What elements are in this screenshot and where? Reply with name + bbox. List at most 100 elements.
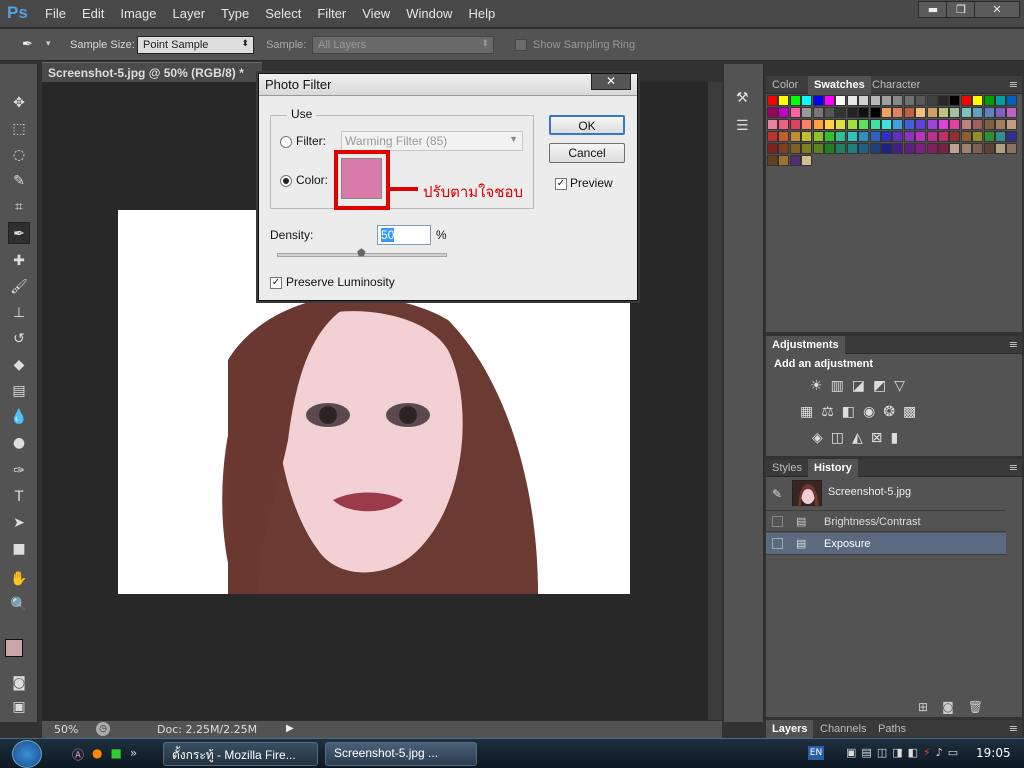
close-window-button[interactable]: ✕ — [974, 1, 1020, 18]
color-swatch[interactable] — [960, 143, 972, 154]
color-swatch[interactable] — [892, 143, 904, 154]
color-swatch[interactable] — [767, 95, 778, 106]
color-swatch[interactable] — [972, 107, 984, 118]
color-swatch[interactable] — [824, 143, 835, 154]
selective-color-icon[interactable]: ⊠ — [871, 430, 883, 446]
firefox-icon[interactable]: ● — [92, 746, 102, 763]
tool-preset-chevron-icon[interactable]: ▾ — [46, 39, 51, 49]
color-swatch[interactable] — [801, 155, 813, 166]
menu-type[interactable]: Type — [221, 6, 249, 21]
sample-select[interactable]: All Layers ⬍ — [312, 36, 494, 54]
color-swatch[interactable] — [778, 131, 790, 142]
trash-icon[interactable]: 🗑 — [968, 700, 983, 714]
menu-layer[interactable]: Layer — [173, 6, 206, 21]
eyedropper-tool-icon[interactable]: ✒ — [8, 222, 30, 244]
menu-view[interactable]: View — [362, 6, 390, 21]
color-swatch[interactable] — [892, 95, 904, 106]
preserve-luminosity-checkbox[interactable]: ✓ — [270, 277, 282, 289]
history-snapshot-label[interactable]: Screenshot-5.jpg — [828, 486, 911, 498]
color-swatch[interactable] — [767, 119, 778, 130]
color-swatch[interactable] — [801, 95, 813, 106]
path-select-tool-icon[interactable]: ➤ — [8, 512, 30, 534]
panel-menu-icon[interactable]: ≡ — [1009, 338, 1018, 351]
filter-color-swatch[interactable] — [341, 158, 382, 199]
history-brush-tool-icon[interactable]: ↺ — [8, 328, 30, 350]
color-swatch[interactable] — [767, 143, 778, 154]
color-swatch[interactable] — [949, 107, 961, 118]
panel-menu-icon[interactable]: ≡ — [1009, 722, 1018, 735]
color-swatch[interactable] — [949, 95, 961, 106]
healing-brush-tool-icon[interactable]: ✚ — [8, 250, 30, 272]
color-swatch[interactable] — [949, 119, 961, 130]
cancel-button[interactable]: Cancel — [549, 143, 625, 163]
color-swatch[interactable] — [903, 107, 915, 118]
color-swatch[interactable] — [915, 95, 927, 106]
chat-icon[interactable]: ■ — [111, 746, 122, 763]
color-swatch[interactable] — [892, 107, 904, 118]
color-swatch[interactable] — [1006, 119, 1018, 130]
color-swatch[interactable] — [858, 143, 870, 154]
color-swatch[interactable] — [915, 119, 927, 130]
flash-icon[interactable]: ⚡ — [923, 746, 931, 759]
foreground-color-swatch[interactable] — [5, 639, 23, 657]
color-swatch[interactable] — [960, 131, 972, 142]
color-swatch[interactable] — [778, 107, 790, 118]
color-swatch[interactable] — [846, 143, 858, 154]
color-swatch[interactable] — [926, 131, 938, 142]
color-swatch[interactable] — [767, 155, 778, 166]
dialog-close-button[interactable]: ✕ — [591, 74, 631, 90]
color-swatch[interactable] — [983, 143, 995, 154]
color-swatch[interactable] — [835, 95, 847, 106]
vertical-scrollbar[interactable] — [708, 82, 722, 720]
color-swatch[interactable] — [926, 95, 938, 106]
photo-filter-icon[interactable]: ◉ — [863, 404, 875, 420]
color-swatch[interactable] — [801, 119, 813, 130]
color-swatch[interactable] — [789, 107, 801, 118]
color-swatch[interactable] — [812, 131, 824, 142]
brush-tool-icon[interactable]: 🖌 — [8, 276, 30, 298]
color-swatch[interactable] — [835, 107, 847, 118]
color-swatch[interactable] — [858, 107, 870, 118]
hand-tool-icon[interactable]: ✋ — [8, 568, 30, 590]
color-swatch[interactable] — [869, 131, 881, 142]
color-swatch[interactable] — [824, 131, 835, 142]
tray-icon[interactable]: ◨ — [892, 746, 902, 759]
color-swatch[interactable] — [938, 107, 949, 118]
status-info-icon[interactable]: ◷ — [96, 722, 110, 736]
minimize-button[interactable]: ▬ — [918, 1, 948, 18]
color-swatch[interactable] — [995, 107, 1006, 118]
color-swatch[interactable] — [960, 119, 972, 130]
color-swatch[interactable] — [767, 107, 778, 118]
black-white-icon[interactable]: ◧ — [842, 404, 855, 420]
pen-tool-icon[interactable]: ✑ — [8, 460, 30, 482]
tab-history[interactable]: History — [808, 459, 858, 477]
color-swatch[interactable] — [869, 95, 881, 106]
new-document-from-state-icon[interactable]: ⊞ — [918, 700, 928, 714]
color-swatch[interactable] — [903, 143, 915, 154]
marquee-tool-icon[interactable]: ⬚ — [8, 118, 30, 140]
tab-adjustments[interactable]: Adjustments — [766, 336, 845, 354]
color-swatch[interactable] — [812, 119, 824, 130]
color-swatch[interactable] — [881, 143, 892, 154]
hue-saturation-icon[interactable]: ▦ — [800, 404, 813, 420]
taskbar-photoshop[interactable]: Screenshot-5.jpg ... — [325, 742, 477, 766]
color-swatch[interactable] — [801, 131, 813, 142]
color-swatch[interactable] — [995, 131, 1006, 142]
color-swatch[interactable] — [995, 143, 1006, 154]
avast-icon[interactable]: Ⓐ — [72, 746, 84, 763]
color-swatch[interactable] — [778, 119, 790, 130]
menu-filter[interactable]: Filter — [317, 6, 346, 21]
eyedropper-icon[interactable]: ✒ — [22, 37, 40, 53]
color-swatch[interactable] — [949, 143, 961, 154]
color-balance-icon[interactable]: ⚖ — [821, 404, 834, 420]
color-swatch[interactable] — [915, 131, 927, 142]
color-swatch[interactable] — [801, 143, 813, 154]
quick-select-tool-icon[interactable]: ✎ — [8, 170, 30, 192]
move-tool-icon[interactable]: ✥ — [8, 92, 30, 114]
vibrance-icon[interactable]: ▽ — [894, 378, 905, 394]
color-swatch[interactable] — [983, 107, 995, 118]
language-indicator[interactable]: EN — [808, 746, 824, 760]
color-swatch[interactable] — [858, 131, 870, 142]
preview-checkbox[interactable]: ✓ — [555, 178, 567, 190]
color-swatch[interactable] — [938, 95, 949, 106]
